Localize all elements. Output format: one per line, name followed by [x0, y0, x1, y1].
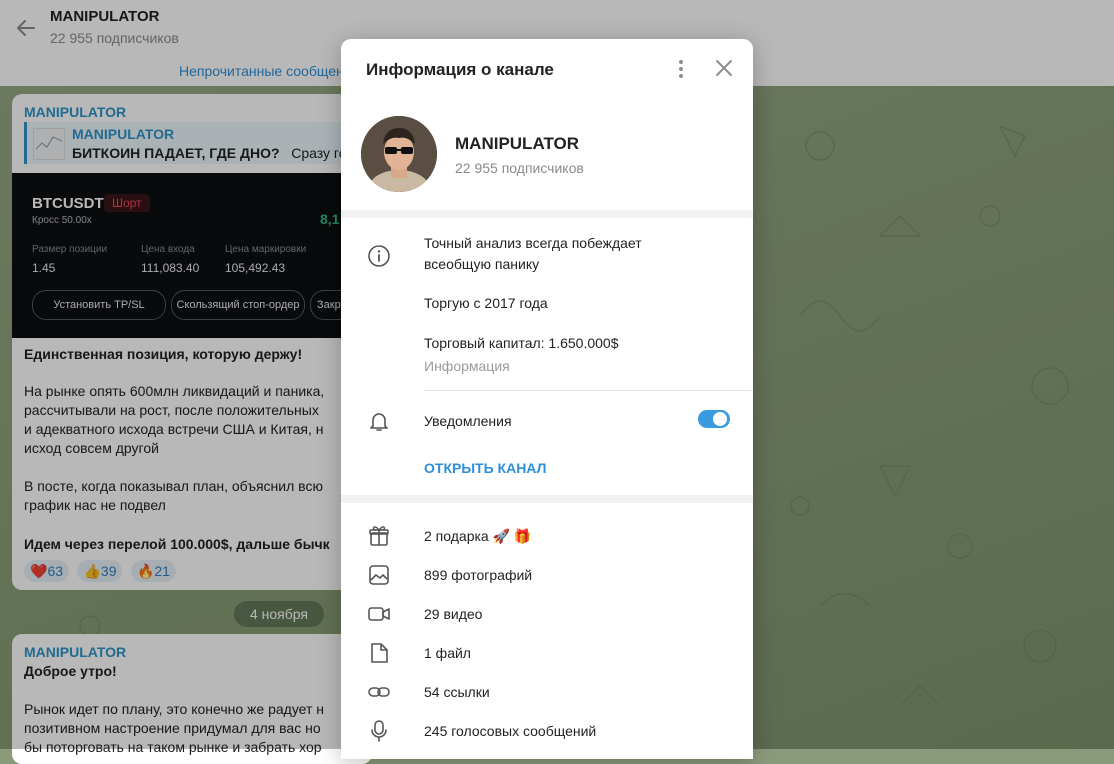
trading-capital: Торговый капитал: 1.650.000$	[424, 335, 619, 351]
channel-name: MANIPULATOR	[455, 134, 580, 153]
channel-subscribers: 22 955 подписчиков	[455, 160, 584, 176]
info-icon	[368, 245, 390, 267]
gift-icon	[369, 526, 389, 546]
link-icon	[368, 687, 390, 697]
channel-description: Точный анализ всегда побеждает всеобщую …	[424, 233, 642, 275]
links-item[interactable]: 54 ссылки	[424, 684, 490, 700]
voice-messages-item[interactable]: 245 голосовых сообщений	[424, 723, 596, 739]
videos-item[interactable]: 29 видео	[424, 606, 482, 622]
toggle-knob	[713, 412, 727, 426]
description-line: Точный анализ всегда побеждает	[424, 235, 642, 251]
open-channel-button[interactable]: ОТКРЫТЬ КАНАЛ	[424, 460, 546, 476]
dialog-title: Информация о канале	[366, 60, 554, 79]
close-icon[interactable]	[713, 57, 735, 79]
notifications-label: Уведомления	[424, 413, 512, 429]
channel-info-dialog: Информация о канале MANIPULATOR 22 955 п…	[341, 39, 753, 759]
description-line: всеобщую панику	[424, 256, 540, 272]
photos-item[interactable]: 899 фотографий	[424, 567, 532, 583]
section-divider	[341, 495, 753, 503]
bell-icon	[370, 413, 388, 431]
avatar-image	[361, 116, 437, 192]
info-caption: Информация	[424, 358, 510, 374]
video-icon	[368, 607, 390, 621]
files-item[interactable]: 1 файл	[424, 645, 471, 661]
microphone-icon	[371, 720, 387, 742]
section-divider	[341, 210, 753, 218]
more-vertical-icon[interactable]	[671, 57, 691, 81]
notifications-toggle[interactable]	[698, 410, 730, 428]
trading-since: Торгую с 2017 года	[424, 295, 548, 311]
gifts-item[interactable]: 2 подарка 🚀 🎁	[424, 528, 531, 545]
row-divider	[424, 390, 753, 391]
channel-avatar[interactable]	[361, 116, 437, 192]
photo-icon	[369, 565, 389, 585]
file-icon	[371, 643, 388, 663]
